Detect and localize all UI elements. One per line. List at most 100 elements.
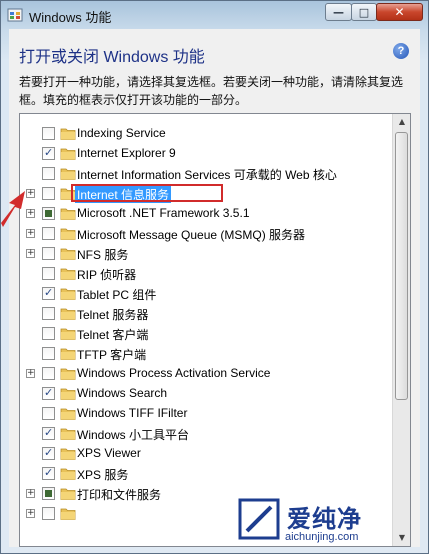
feature-row[interactable]: + NFS 服务 bbox=[20, 244, 392, 264]
feature-checkbox[interactable] bbox=[42, 247, 55, 260]
feature-label: 打印和文件服务 bbox=[77, 488, 162, 502]
folder-icon bbox=[60, 408, 76, 420]
feature-checkbox[interactable] bbox=[42, 227, 55, 240]
folder-icon bbox=[60, 128, 76, 140]
expand-icon[interactable]: + bbox=[26, 229, 35, 238]
feature-row[interactable]: + Microsoft .NET Framework 3.5.1 bbox=[20, 204, 392, 224]
feature-checkbox[interactable] bbox=[42, 167, 55, 180]
window-title: Windows 功能 bbox=[29, 10, 112, 25]
feature-checkbox[interactable] bbox=[42, 487, 55, 500]
feature-label: Microsoft Message Queue (MSMQ) 服务器 bbox=[77, 228, 306, 242]
folder-icon bbox=[60, 288, 76, 300]
folder-icon bbox=[60, 448, 76, 460]
checkmark-icon: ✓ bbox=[44, 446, 54, 459]
feature-checkbox[interactable] bbox=[42, 207, 55, 220]
red-arrow-annotation bbox=[1, 191, 25, 227]
feature-row[interactable]: Internet Information Services 可承载的 Web 核… bbox=[20, 164, 392, 184]
feature-checkbox[interactable] bbox=[42, 327, 55, 340]
feature-label: RIP 侦听器 bbox=[77, 268, 137, 282]
feature-row[interactable]: + Microsoft Message Queue (MSMQ) 服务器 bbox=[20, 224, 392, 244]
feature-row[interactable]: + Internet 信息服务 bbox=[20, 184, 392, 204]
feature-row[interactable]: TFTP 客户端 bbox=[20, 344, 392, 364]
feature-row[interactable]: Telnet 客户端 bbox=[20, 324, 392, 344]
feature-row[interactable]: ✓ Windows Search bbox=[20, 384, 392, 404]
folder-icon bbox=[60, 488, 76, 500]
partial-check-icon bbox=[45, 210, 52, 217]
feature-label: Internet Explorer 9 bbox=[77, 146, 176, 160]
feature-label: Windows Search bbox=[77, 386, 168, 400]
folder-icon bbox=[60, 208, 76, 220]
page-title: 打开或关闭 Windows 功能 bbox=[19, 49, 205, 66]
feature-label: Windows Process Activation Service bbox=[77, 366, 271, 380]
feature-tree[interactable]: ▲ ▼ Indexing Service ✓ Internet Explorer 9… bbox=[19, 113, 411, 547]
feature-row[interactable]: Windows TIFF IFilter bbox=[20, 404, 392, 424]
feature-row[interactable]: Telnet 服务器 bbox=[20, 304, 392, 324]
folder-icon bbox=[60, 388, 76, 400]
expand-icon[interactable]: + bbox=[26, 249, 35, 258]
expand-icon[interactable]: + bbox=[26, 489, 35, 498]
feature-checkbox[interactable]: ✓ bbox=[42, 146, 55, 160]
feature-checkbox[interactable] bbox=[42, 127, 55, 140]
maximize-icon: □ bbox=[358, 5, 370, 19]
feature-row[interactable]: Indexing Service bbox=[20, 124, 392, 144]
feature-label: Tablet PC 组件 bbox=[77, 288, 157, 302]
checkmark-icon: ✓ bbox=[44, 146, 54, 159]
folder-icon bbox=[60, 268, 76, 280]
highlight-box bbox=[71, 184, 223, 202]
feature-label: Windows TIFF IFilter bbox=[77, 406, 188, 420]
folder-icon bbox=[60, 228, 76, 240]
feature-checkbox[interactable] bbox=[42, 407, 55, 420]
folder-icon bbox=[60, 308, 76, 320]
feature-checkbox[interactable] bbox=[42, 307, 55, 320]
brand-logo-icon bbox=[238, 498, 280, 540]
folder-icon bbox=[60, 428, 76, 440]
feature-checkbox[interactable] bbox=[42, 347, 55, 360]
feature-checkbox[interactable]: ✓ bbox=[42, 446, 55, 460]
feature-checkbox[interactable] bbox=[42, 367, 55, 380]
title-bar[interactable]: Windows 功能 — □ ✕ bbox=[1, 1, 428, 29]
dialog-body: 打开或关闭 Windows 功能 ? 若要打开一种功能，请选择其复选框。若要关闭… bbox=[9, 29, 420, 547]
feature-checkbox[interactable] bbox=[42, 507, 55, 520]
scrollbar-thumb[interactable] bbox=[395, 132, 408, 400]
expand-icon[interactable]: + bbox=[26, 509, 35, 518]
feature-row[interactable]: + Windows Process Activation Service bbox=[20, 364, 392, 384]
feature-checkbox[interactable] bbox=[42, 187, 55, 200]
close-icon: ✕ bbox=[394, 5, 405, 19]
feature-checkbox[interactable]: ✓ bbox=[42, 466, 55, 480]
feature-label: Windows 小工具平台 bbox=[77, 428, 190, 442]
feature-label: Internet Information Services 可承载的 Web 核… bbox=[77, 168, 337, 182]
feature-row[interactable]: ✓ XPS Viewer bbox=[20, 444, 392, 464]
folder-icon bbox=[60, 148, 76, 160]
folder-icon bbox=[60, 508, 76, 520]
checkmark-icon: ✓ bbox=[44, 286, 54, 299]
vertical-scrollbar[interactable]: ▲ ▼ bbox=[392, 114, 410, 546]
checkmark-icon: ✓ bbox=[44, 386, 54, 399]
feature-row[interactable]: ✓ XPS 服务 bbox=[20, 464, 392, 484]
feature-row[interactable]: ✓ Tablet PC 组件 bbox=[20, 284, 392, 304]
partial-check-icon bbox=[45, 490, 52, 497]
folder-icon bbox=[60, 248, 76, 260]
feature-label: NFS 服务 bbox=[77, 248, 129, 262]
feature-row[interactable]: ✓ Internet Explorer 9 bbox=[20, 144, 392, 164]
feature-label: Indexing Service bbox=[77, 126, 166, 140]
minimize-button[interactable]: — bbox=[325, 3, 352, 21]
folder-icon bbox=[60, 468, 76, 480]
maximize-button[interactable]: □ bbox=[351, 3, 377, 21]
close-button[interactable]: ✕ bbox=[376, 3, 423, 21]
scroll-up-icon[interactable]: ▲ bbox=[394, 114, 410, 130]
feature-checkbox[interactable]: ✓ bbox=[42, 386, 55, 400]
feature-label: Microsoft .NET Framework 3.5.1 bbox=[77, 206, 250, 220]
feature-checkbox[interactable] bbox=[42, 267, 55, 280]
folder-icon bbox=[60, 368, 76, 380]
checkmark-icon: ✓ bbox=[44, 466, 54, 479]
feature-checkbox[interactable]: ✓ bbox=[42, 426, 55, 440]
feature-row[interactable]: ✓ Windows 小工具平台 bbox=[20, 424, 392, 444]
expand-icon[interactable]: + bbox=[26, 369, 35, 378]
folder-icon bbox=[60, 168, 76, 180]
help-icon[interactable]: ? bbox=[393, 43, 409, 59]
instructions-text: 若要打开一种功能，请选择其复选框。若要关闭一种功能，请清除其复选框。填充的框表示… bbox=[19, 75, 404, 107]
feature-checkbox[interactable]: ✓ bbox=[42, 286, 55, 300]
feature-row[interactable]: RIP 侦听器 bbox=[20, 264, 392, 284]
watermark-brand: 爱纯净 bbox=[287, 505, 362, 533]
watermark-url: aichunjing.com bbox=[285, 531, 359, 543]
